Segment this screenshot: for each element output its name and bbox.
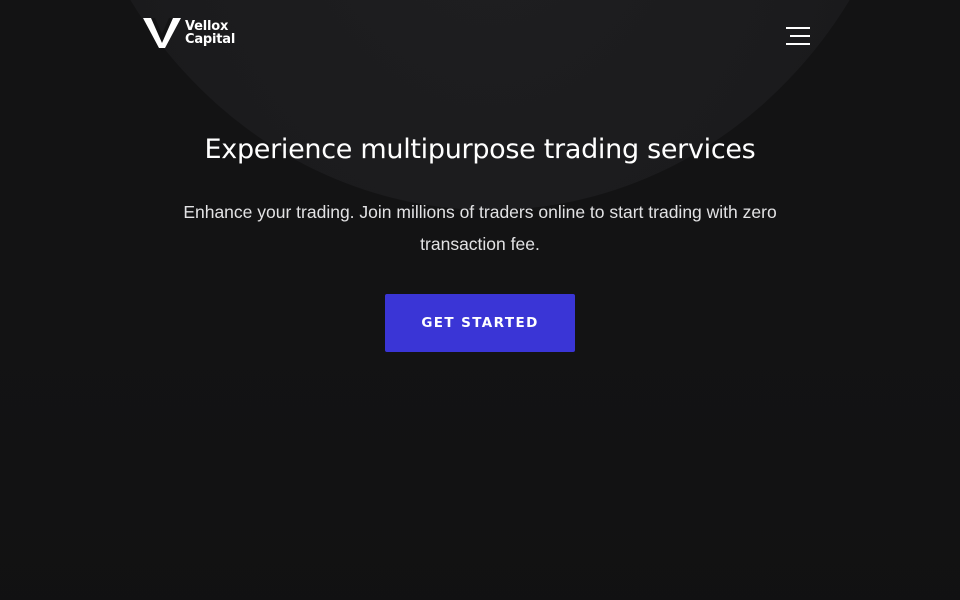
get-started-button[interactable]: GET STARTED	[385, 294, 575, 352]
menu-toggle-button[interactable]	[784, 24, 812, 48]
brand-name: Vellox Capital	[185, 20, 235, 46]
hamburger-menu-icon	[786, 27, 810, 45]
hero-subtitle: Enhance your trading. Join millions of t…	[183, 202, 777, 254]
hero-title: Experience multipurpose trading services	[204, 134, 756, 165]
brand-name-line2: Capital	[185, 32, 236, 47]
hero-section: Experience multipurpose trading services…	[0, 128, 960, 352]
brand-logo-link[interactable]: Vellox Capital	[143, 17, 235, 49]
v-logo-icon	[143, 18, 181, 48]
top-navigation: Vellox Capital	[0, 0, 960, 70]
